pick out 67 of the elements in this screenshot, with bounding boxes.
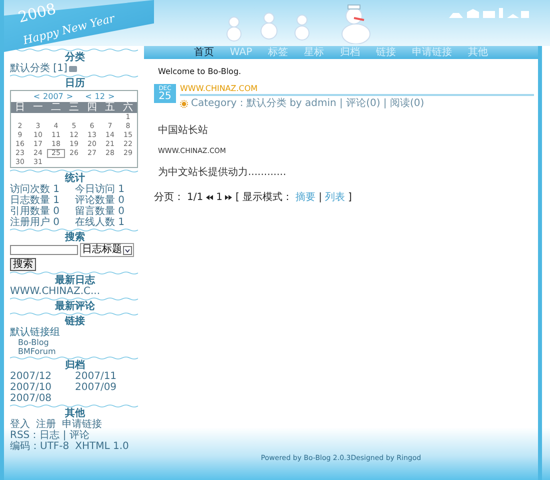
search-type-dropdown[interactable]: 日志标题 [80, 243, 134, 257]
prev-year-link[interactable]: < [33, 91, 40, 102]
weekday-header: 三 [65, 102, 83, 113]
banner-year: 2008 [16, 0, 58, 26]
sidebar-item: 今日访问 1 [75, 184, 126, 195]
sidebar-item: 评论数量 0 [75, 195, 126, 206]
sidebar-link[interactable]: 编码：UTF-8 [10, 441, 70, 452]
weekday-header: 二 [47, 102, 65, 113]
section-title: 最新日志 [54, 275, 96, 286]
display-mode-label: [ 显示模式： [235, 192, 293, 203]
link-group-title: 默认链接组 [10, 327, 61, 338]
weekday-header: 日 [11, 102, 29, 113]
sidebar-item: 留言数量 0 [75, 206, 126, 217]
separator-text: | [318, 192, 322, 203]
sidebar-item: 访问次数 1 [10, 184, 61, 195]
sidebar-item: 2007/10 [10, 382, 53, 393]
paging-label: 分页： [154, 192, 184, 203]
blogroll-link[interactable]: Bo-Blog [10, 338, 140, 347]
calendar-year: 2007 [43, 91, 64, 102]
weekday-header: 一 [29, 102, 47, 113]
last-page-icon[interactable] [225, 195, 232, 200]
sun-icon [180, 100, 188, 108]
section-title: 其他 [65, 408, 86, 419]
sidebar-item: 2007/08 [10, 393, 53, 404]
sidebar-item: 2007/11 [75, 371, 118, 382]
post-text: 为中文站长提供动力............ [158, 167, 288, 178]
page-number[interactable]: 1 [216, 192, 222, 203]
category-link[interactable]: 默认分类 [1] [10, 63, 68, 74]
sidebar-link[interactable]: 注册 [36, 419, 56, 430]
page-count: 1/1 [187, 192, 204, 203]
weekday-header: 六 [119, 102, 137, 113]
weekday-header: 四 [83, 102, 101, 113]
section-title: 链接 [64, 316, 86, 327]
search-button[interactable]: 搜索 [10, 258, 36, 271]
sidebar-item: 在线人数 1 [75, 217, 126, 228]
sidebar-item: 引用数量 0 [10, 206, 61, 217]
sidebar-item: 2007/09 [75, 382, 118, 393]
prev-month-link[interactable]: < [85, 91, 92, 102]
sidebar-link[interactable]: WWW.CHINAZ.C... [10, 286, 140, 297]
section-title: 统计 [64, 173, 86, 184]
post-meta: Category : 默认分类 by admin | 评论(0) | 阅读(0) [191, 98, 424, 109]
bracket-text: ] [348, 192, 352, 203]
sidebar-link[interactable]: 登入 [10, 419, 30, 430]
post-text: 中国站长站 [158, 125, 209, 136]
sidebar-link[interactable]: XHTML 1.0 [75, 441, 129, 452]
first-page-icon[interactable] [206, 195, 214, 200]
sidebar-link[interactable]: 申请链接 [62, 419, 102, 430]
blogroll-link[interactable]: BMForum [10, 347, 140, 356]
weekday-header: 五 [101, 102, 119, 113]
sidebar-item: 注册用户 0 [10, 217, 61, 228]
section-title: 搜索 [64, 232, 86, 243]
nav-link[interactable]: 首页 [190, 46, 217, 59]
dropdown-arrow-icon [123, 246, 132, 254]
sidebar-item: 日志数量 1 [10, 195, 61, 206]
display-mode-link[interactable]: 列表 [324, 192, 345, 203]
section-title: 分类 [64, 52, 86, 63]
welcome-text: Welcome to Bo-Blog. [158, 67, 242, 76]
next-month-link[interactable]: > [108, 91, 115, 102]
section-title: 最新评论 [54, 301, 96, 312]
sidebar-link[interactable]: RSS：日志 | 评论 [10, 430, 90, 441]
next-year-link[interactable]: > [66, 91, 74, 102]
section-title: 日历 [64, 78, 86, 89]
sidebar-item: 2007/12 [10, 371, 53, 382]
calendar-month: 12 [94, 91, 105, 102]
feed-icon[interactable] [69, 66, 78, 72]
section-title: 归档 [64, 360, 86, 371]
search-field[interactable] [10, 245, 78, 255]
